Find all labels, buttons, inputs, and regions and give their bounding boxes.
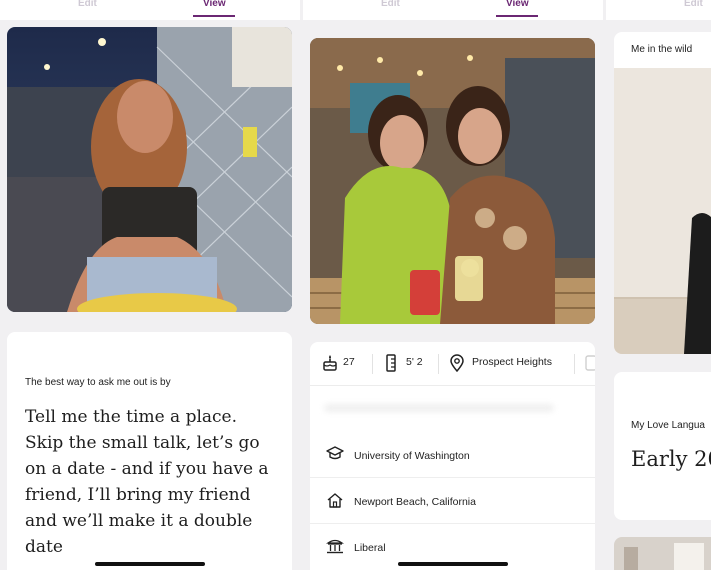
profile-panel-1: Edit View The best way to ask me out is … [0,0,300,570]
tab-view[interactable]: View [506,0,529,9]
profile-photo-3[interactable] [614,537,711,570]
hometown-value: Newport Beach, California [354,496,476,508]
profile-panel-3: Edit Me in the wild My Love Langua Early… [606,0,711,570]
politics-value: Liberal [354,542,386,554]
prompt-answer: Early 20 [631,447,711,471]
prompt-question: The best way to ask me out is by [25,377,171,388]
profile-photo-2[interactable] [310,38,595,324]
info-row-education: University of Washington [310,432,595,478]
tab-view[interactable]: View [203,0,226,9]
prompt-card: My Love Langua Early 20 [614,372,711,520]
graduation-cap-icon [326,446,344,460]
home-icon [327,493,343,508]
vital-divider [372,354,373,374]
tab-edit[interactable]: Edit [381,0,400,9]
profile-panel-2: Edit View 27 5' 2 Prospect Heights Unive… [303,0,603,570]
height-value: 5' 2 [406,356,423,368]
edit-view-tabbar: Edit [606,0,711,20]
tab-edit[interactable]: Edit [78,0,97,9]
tab-edit[interactable]: Edit [684,0,703,9]
info-row-hometown: Newport Beach, California [310,478,595,524]
age-cake-icon [323,355,337,371]
blurred-hidden-row [324,400,581,414]
edit-view-tabbar: Edit View [303,0,603,20]
photo-illustration [614,68,711,354]
photo-illustration [310,38,595,324]
home-indicator [398,562,508,566]
profile-info-card: 27 5' 2 Prospect Heights University of W… [310,342,595,570]
politics-building-icon [326,539,344,554]
vitals-row: 27 5' 2 Prospect Heights [310,342,595,386]
vital-divider [438,354,439,374]
active-tab-indicator [193,15,235,17]
edit-view-tabbar: Edit View [0,0,300,20]
location-pin-icon [450,354,464,372]
active-tab-indicator [496,15,538,17]
education-value: University of Washington [354,450,470,462]
prompt-question: My Love Langua [631,420,705,431]
height-ruler-icon [386,354,396,372]
prompt-card: The best way to ask me out is by Tell me… [7,332,292,570]
age-value: 27 [343,356,355,368]
prompt-answer: Tell me the time a place. Skip the small… [25,407,269,557]
vital-divider [574,354,575,374]
captioned-photo-card[interactable]: Me in the wild [614,32,711,354]
profile-photo-1[interactable] [7,27,292,312]
photo-caption: Me in the wild [631,44,693,55]
photo-illustration [614,537,711,570]
neighborhood-value: Prospect Heights [472,356,552,368]
home-indicator [95,562,205,566]
photo-illustration [7,27,292,312]
more-vitals-icon [585,355,595,371]
